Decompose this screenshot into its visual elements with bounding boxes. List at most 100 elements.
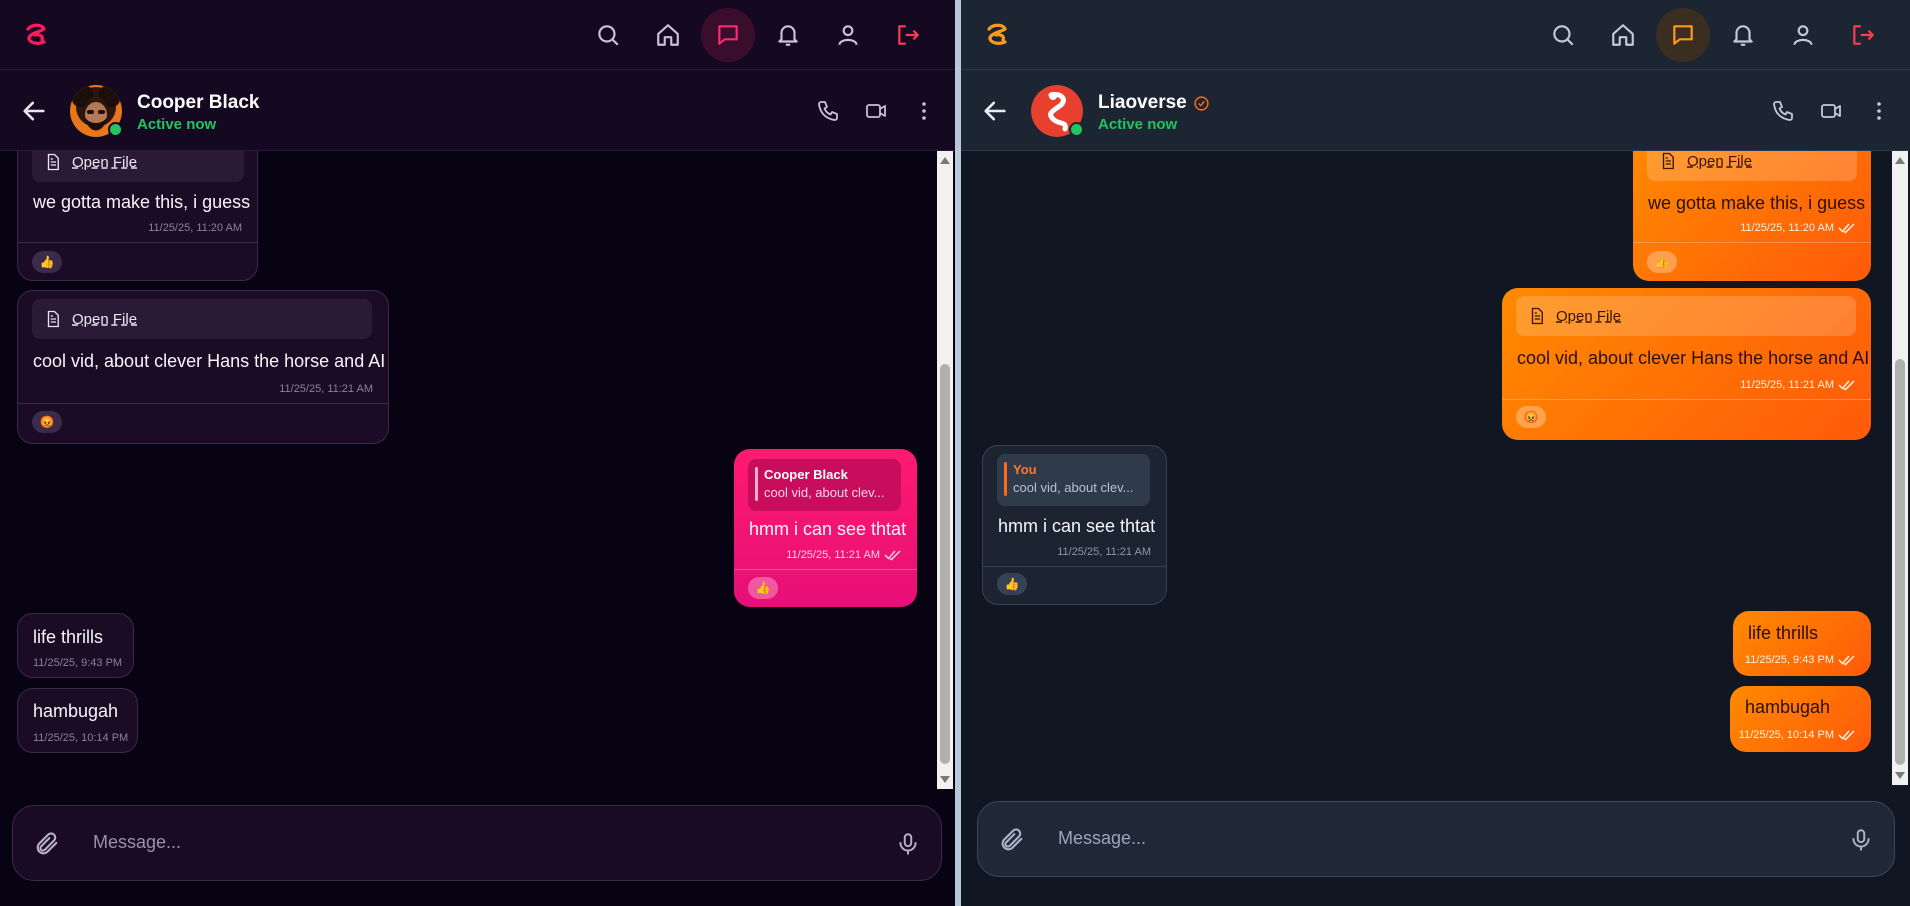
nav-chat-button[interactable]: [1656, 8, 1710, 62]
message-list[interactable]: Open File we gotta make this, i guess 11…: [0, 151, 955, 791]
divider: [1633, 242, 1871, 243]
file-link[interactable]: Open File: [1687, 153, 1752, 170]
message-bubble-received[interactable]: You cool vid, about clev... hmm i can se…: [982, 445, 1167, 605]
message-bubble-sent[interactable]: life thrills 11/25/25, 9:43 PM: [1733, 611, 1871, 676]
reply-quote[interactable]: Cooper Black cool vid, about clev...: [748, 459, 901, 511]
chat-header: Cooper Black Active now: [0, 70, 955, 151]
message-bubble-sent[interactable]: hambugah 11/25/25, 10:14 PM: [1730, 686, 1871, 752]
file-attachment[interactable]: Open File: [1516, 296, 1856, 336]
arrow-left-icon[interactable]: [981, 97, 1009, 125]
paperclip-icon[interactable]: [998, 826, 1026, 854]
nav-notifications-button[interactable]: [761, 8, 815, 62]
scroll-up-arrow[interactable]: [940, 157, 950, 164]
scroll-down-arrow[interactable]: [1895, 772, 1905, 779]
reaction-badge[interactable]: 👍: [997, 573, 1027, 595]
message-bubble-received[interactable]: Open File cool vid, about clever Hans th…: [17, 290, 389, 444]
reply-quote-text: cool vid, about clev...: [764, 485, 885, 500]
file-attachment[interactable]: Open File: [32, 299, 372, 339]
nav-home-button[interactable]: [641, 8, 695, 62]
scrollbar-thumb[interactable]: [1895, 359, 1905, 765]
message-timestamp: 11/25/25, 9:43 PM: [1745, 654, 1856, 666]
message-text: life thrills: [33, 627, 104, 647]
logout-icon: [898, 25, 919, 45]
reaction-badge[interactable]: 👍: [748, 577, 778, 599]
video-call-button[interactable]: [1814, 94, 1848, 128]
scroll-up-arrow[interactable]: [1895, 157, 1905, 164]
logo-mark-icon[interactable]: [983, 20, 1013, 50]
message-bubble-received[interactable]: hambugah 11/25/25, 10:14 PM: [17, 688, 138, 753]
voice-call-button[interactable]: [811, 94, 845, 128]
home-icon: [1612, 24, 1634, 46]
contact-name[interactable]: Cooper Black: [137, 92, 259, 114]
message-timestamp: 11/25/25, 11:21 AM: [786, 549, 902, 561]
nav-search-button[interactable]: [581, 8, 635, 62]
logo-mark-icon[interactable]: [22, 20, 52, 50]
file-link[interactable]: Open File: [72, 154, 137, 171]
mic-icon[interactable]: [895, 830, 921, 858]
message-bubble-received[interactable]: Open File we gotta make this, i guess 11…: [17, 151, 258, 281]
message-composer: [12, 805, 942, 881]
file-attachment[interactable]: Open File: [32, 151, 244, 182]
phone-icon: [1773, 101, 1793, 121]
bell-icon: [1733, 25, 1753, 46]
nav-notifications-button[interactable]: [1716, 8, 1770, 62]
message-text: cool vid, about clever Hans the horse an…: [1517, 348, 1870, 368]
reply-quote-text: cool vid, about clev...: [1013, 480, 1134, 495]
mic-icon[interactable]: [1848, 826, 1874, 854]
more-options-button[interactable]: [1862, 94, 1896, 128]
nav-home-button[interactable]: [1596, 8, 1650, 62]
message-timestamp: 11/25/25, 10:14 PM: [33, 732, 129, 744]
message-timestamp: 11/25/25, 11:21 AM: [279, 383, 373, 395]
file-link[interactable]: Open File: [1556, 308, 1621, 325]
divider: [18, 403, 388, 404]
nav-search-button[interactable]: [1536, 8, 1590, 62]
divider: [983, 566, 1166, 567]
message-bubble-sent[interactable]: Open File we gotta make this, i guess 11…: [1633, 151, 1871, 281]
contact-name[interactable]: Liaoverse: [1098, 92, 1210, 114]
app-root: Cooper Black Active now Open File we got…: [0, 0, 1910, 906]
file-icon: [1662, 152, 1674, 170]
double-check-icon: [884, 550, 901, 561]
scrollbar-thumb[interactable]: [940, 364, 950, 764]
file-attachment[interactable]: Open File: [1647, 151, 1857, 181]
top-nav: [961, 0, 1910, 70]
video-call-button[interactable]: [859, 94, 893, 128]
message-text: we gotta make this, i guess: [33, 192, 251, 212]
nav-logout-button[interactable]: [881, 8, 935, 62]
search-icon: [1553, 25, 1574, 46]
double-check-icon: [1838, 380, 1855, 391]
scroll-down-arrow[interactable]: [940, 776, 950, 783]
user-icon: [1793, 25, 1813, 46]
arrow-left-icon[interactable]: [20, 97, 48, 125]
message-input[interactable]: [93, 832, 793, 853]
voice-call-button[interactable]: [1766, 94, 1800, 128]
reaction-badge[interactable]: 😡: [1516, 406, 1546, 428]
nav-profile-button[interactable]: [821, 8, 875, 62]
message-bubble-received[interactable]: life thrills 11/25/25, 9:43 PM: [17, 613, 134, 678]
more-options-button[interactable]: [907, 94, 941, 128]
message-scrollbar[interactable]: [937, 151, 953, 789]
message-timestamp: 11/25/25, 11:21 AM: [1740, 379, 1856, 391]
online-status-dot: [108, 122, 123, 137]
message-bubble-sent[interactable]: Cooper Black cool vid, about clev... hmm…: [734, 449, 917, 607]
chat-pane-left: Cooper Black Active now Open File we got…: [0, 0, 955, 906]
top-nav: [0, 0, 955, 70]
reaction-badge[interactable]: 👍: [1647, 251, 1677, 273]
message-bubble-sent[interactable]: Open File cool vid, about clever Hans th…: [1502, 288, 1871, 440]
user-icon: [838, 25, 858, 46]
nav-profile-button[interactable]: [1776, 8, 1830, 62]
message-list[interactable]: Open File we gotta make this, i guess 11…: [961, 151, 1910, 791]
message-timestamp: 11/25/25, 9:43 PM: [33, 657, 123, 669]
reply-quote[interactable]: You cool vid, about clev...: [997, 454, 1150, 506]
message-composer: [977, 801, 1895, 877]
divider: [18, 242, 257, 243]
message-input[interactable]: [1058, 828, 1758, 849]
paperclip-icon[interactable]: [33, 830, 61, 858]
nav-chat-button[interactable]: [701, 8, 755, 62]
reaction-badge[interactable]: 😡: [32, 411, 62, 433]
nav-logout-button[interactable]: [1836, 8, 1890, 62]
message-scrollbar[interactable]: [1892, 151, 1908, 785]
divider: [734, 569, 917, 570]
file-link[interactable]: Open File: [72, 311, 137, 328]
reaction-badge[interactable]: 👍: [32, 251, 62, 273]
